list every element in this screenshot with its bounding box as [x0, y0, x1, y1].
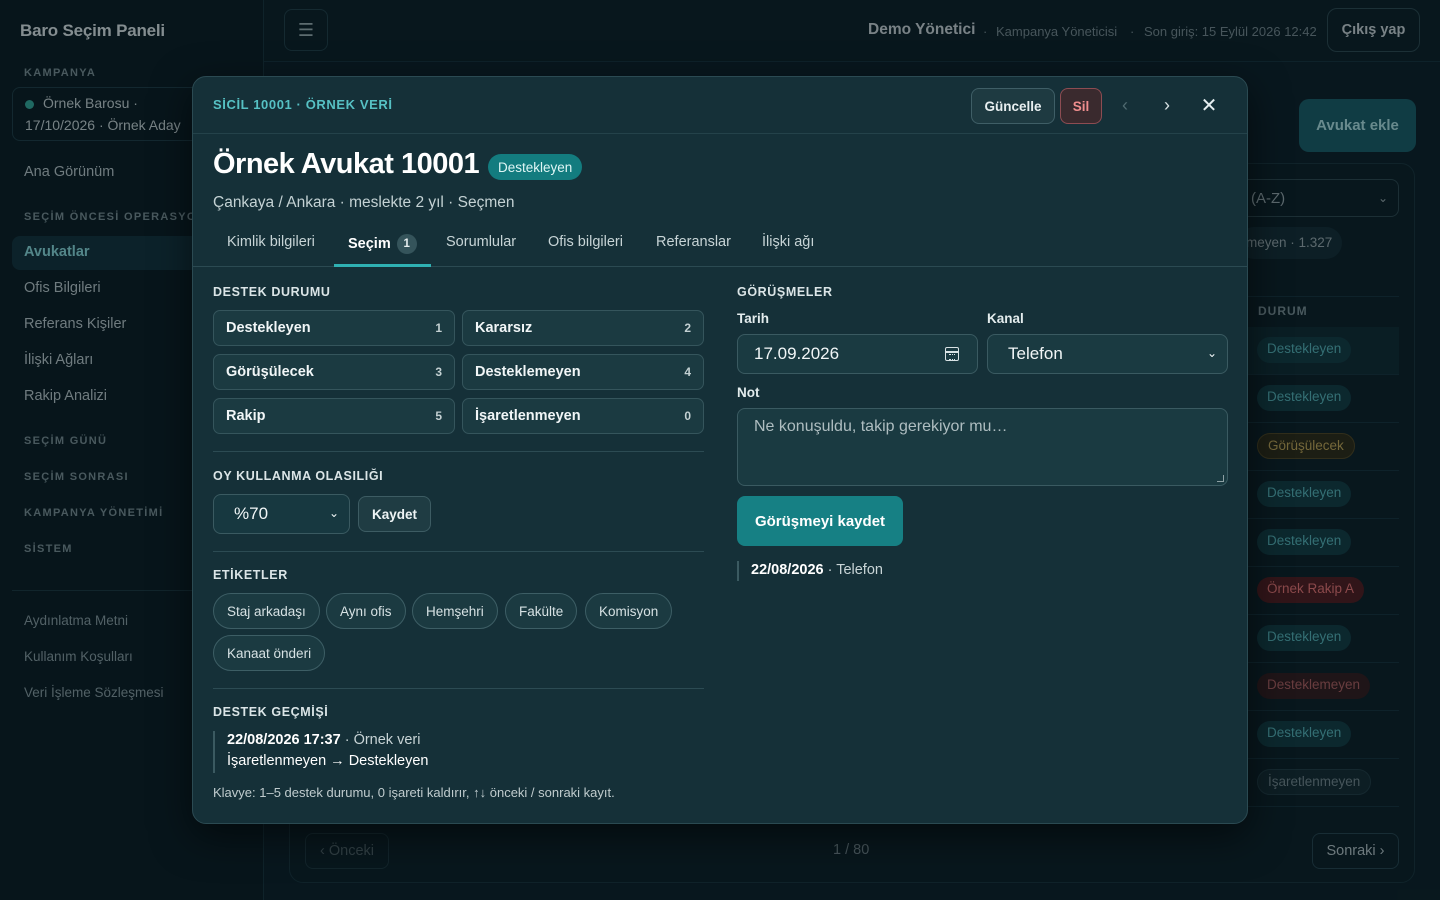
vote-save-button[interactable]: Kaydet	[358, 496, 431, 532]
meetings-heading: GÖRÜŞMELER	[737, 285, 833, 299]
tab-office[interactable]: Ofis bilgileri	[548, 234, 623, 267]
tag-chip[interactable]: Fakülte	[505, 593, 578, 629]
calendar-icon[interactable]	[945, 347, 959, 361]
support-destekleyen-button[interactable]: Destekleyen 1	[213, 310, 455, 346]
section-divider	[213, 688, 704, 689]
support-isaretlenmeyen-button[interactable]: İşaretlenmeyen 0	[462, 398, 704, 434]
update-button[interactable]: Güncelle	[971, 88, 1055, 124]
history-source: · Örnek veri	[340, 732, 421, 748]
shortcut-key: 3	[435, 365, 442, 379]
section-divider	[213, 451, 704, 452]
history-entry-meta: 22/08/2026 17:37 · Örnek veri	[227, 732, 420, 748]
vote-probability-value: %70	[234, 504, 269, 523]
modal-tabs: Kimlik bilgileri Seçim 1 Sorumlular Ofis …	[193, 225, 1247, 267]
support-history-heading: DESTEK GEÇMİŞİ	[213, 705, 329, 719]
channel-label: Kanal	[987, 311, 1024, 326]
note-textarea[interactable]: Ne konuşuldu, takip gerekiyor mu…	[737, 408, 1228, 486]
history-timeline-bar	[213, 731, 215, 773]
tab-network[interactable]: İlişki ağı	[762, 234, 814, 267]
meeting-entry: 22/08/2026 · Telefon	[751, 562, 883, 578]
tab-count-badge: 1	[396, 234, 417, 254]
tab-label: Referanslar	[656, 234, 731, 250]
section-divider	[213, 551, 704, 552]
support-kararsiz-button[interactable]: Kararsız 2	[462, 310, 704, 346]
lawyer-subtitle: Çankaya / Ankara · meslekte 2 yıl · Seçm…	[213, 194, 515, 211]
channel-value: Telefon	[1008, 344, 1063, 363]
modal-header: SİCİL 10001 · ÖRNEK VERİ Güncelle Sil ‹ …	[193, 77, 1247, 134]
meeting-timeline-bar	[737, 561, 739, 581]
chevron-right-icon[interactable]: ›	[1156, 95, 1178, 117]
history-change: İşaretlenmeyen → Destekleyen	[227, 753, 429, 769]
history-time: 22/08/2026 17:37	[227, 732, 341, 748]
vote-probability-heading: OY KULLANMA OLASILIĞI	[213, 469, 384, 483]
close-icon[interactable]: ✕	[1198, 95, 1220, 117]
tab-label: İlişki ağı	[762, 234, 815, 250]
delete-button[interactable]: Sil	[1060, 88, 1102, 124]
date-label: Tarih	[737, 311, 770, 326]
tab-label: Sorumlular	[446, 234, 517, 250]
keyboard-hint: Klavye: 1–5 destek durumu, 0 işareti kal…	[213, 785, 615, 800]
tag-chip[interactable]: Aynı ofis	[326, 593, 406, 629]
shortcut-key: 5	[435, 409, 442, 423]
tab-label: Seçim	[348, 236, 391, 252]
tag-chip[interactable]: Komisyon	[585, 593, 673, 629]
support-desteklemeyen-button[interactable]: Desteklemeyen 4	[462, 354, 704, 390]
shortcut-key: 4	[684, 365, 691, 379]
note-label: Not	[737, 385, 760, 400]
tab-election[interactable]: Seçim 1	[334, 234, 431, 267]
date-field[interactable]: 17.09.2026	[737, 334, 978, 374]
support-label: Kararsız	[475, 320, 533, 336]
tab-responsibles[interactable]: Sorumlular	[446, 234, 516, 267]
support-label: Destekleyen	[226, 320, 311, 336]
support-label: Rakip	[226, 408, 266, 424]
support-status-heading: DESTEK DURUMU	[213, 285, 331, 299]
shortcut-key: 0	[684, 409, 691, 423]
registry-kicker: SİCİL 10001 · ÖRNEK VERİ	[213, 97, 393, 112]
support-label: Görüşülecek	[226, 364, 314, 380]
channel-select[interactable]: Telefon ⌄	[987, 334, 1228, 374]
lawyer-detail-modal: SİCİL 10001 · ÖRNEK VERİ Güncelle Sil ‹ …	[192, 76, 1248, 824]
support-label: Desteklemeyen	[475, 364, 581, 380]
save-meeting-button[interactable]: Görüşmeyi kaydet	[737, 496, 903, 546]
support-rakip-button[interactable]: Rakip 5	[213, 398, 455, 434]
vote-probability-select[interactable]: %70 ⌄	[213, 494, 350, 534]
tab-identity[interactable]: Kimlik bilgileri	[227, 234, 315, 267]
meeting-channel: · Telefon	[823, 562, 883, 578]
tags-heading: ETİKETLER	[213, 568, 288, 582]
resize-grip-icon[interactable]	[1217, 475, 1224, 482]
tag-chip[interactable]: Staj arkadaşı	[213, 593, 320, 629]
note-placeholder: Ne konuşuldu, takip gerekiyor mu…	[754, 418, 1008, 435]
tab-references[interactable]: Referanslar	[656, 234, 731, 267]
shortcut-key: 2	[684, 321, 691, 335]
meeting-date: 22/08/2026	[751, 562, 824, 578]
tag-chip[interactable]: Hemşehri	[412, 593, 498, 629]
chevron-left-icon[interactable]: ‹	[1114, 95, 1136, 117]
date-value: 17.09.2026	[754, 344, 840, 363]
lawyer-name: Örnek Avukat 10001	[213, 148, 480, 180]
tab-label: Ofis bilgileri	[548, 234, 623, 250]
tag-chip[interactable]: Kanaat önderi	[213, 635, 326, 671]
status-badge: Destekleyen	[488, 154, 583, 180]
chevron-down-icon: ⌄	[1206, 346, 1217, 360]
chevron-down-icon: ⌄	[328, 506, 339, 520]
support-gorusulecek-button[interactable]: Görüşülecek 3	[213, 354, 455, 390]
shortcut-key: 1	[435, 321, 442, 335]
tab-label: Kimlik bilgileri	[227, 234, 315, 250]
support-label: İşaretlenmeyen	[475, 408, 581, 424]
